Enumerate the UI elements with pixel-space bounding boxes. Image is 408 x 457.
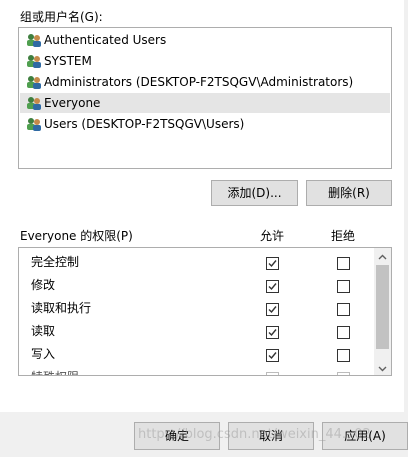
users-group-icon — [26, 33, 42, 47]
user-label: Everyone — [44, 96, 101, 110]
scroll-up-icon[interactable] — [378, 251, 387, 265]
permission-row-write: 写入 — [19, 343, 374, 366]
deny-checkbox[interactable] — [337, 349, 350, 362]
deny-checkbox[interactable] — [337, 280, 350, 293]
permission-row-special: 特殊权限 — [19, 366, 374, 375]
allow-column-header: 允许 — [260, 229, 285, 243]
user-label: Administrators (DESKTOP-F2TSQGV\Administ… — [44, 75, 354, 89]
allow-checkbox[interactable] — [266, 257, 279, 270]
permission-name: 读取和执行 — [31, 301, 92, 315]
users-listbox[interactable]: Authenticated Users SYSTEM Administrator… — [18, 27, 392, 169]
user-item-everyone[interactable]: Everyone — [20, 93, 390, 113]
scroll-thumb[interactable] — [376, 265, 389, 349]
permission-name: 写入 — [31, 347, 56, 361]
user-label: Authenticated Users — [44, 33, 167, 47]
deny-checkbox — [337, 372, 350, 375]
allow-checkbox[interactable] — [266, 303, 279, 316]
user-item-authenticated[interactable]: Authenticated Users — [20, 30, 390, 50]
permission-row-full-control: 完全控制 — [19, 251, 374, 274]
deny-checkbox[interactable] — [337, 326, 350, 339]
permission-name: 特殊权限 — [31, 366, 79, 375]
user-item-system[interactable]: SYSTEM — [20, 51, 390, 71]
users-group-icon — [26, 75, 42, 89]
user-label: Users (DESKTOP-F2TSQGV\Users) — [44, 117, 245, 131]
permissions-list[interactable]: 完全控制 修改 读取和执行 读取 写入 特殊权限 — [18, 247, 392, 376]
permission-name: 修改 — [31, 278, 56, 292]
permission-name: 读取 — [31, 324, 56, 338]
allow-checkbox[interactable] — [266, 349, 279, 362]
remove-button[interactable]: 删除(R) — [306, 180, 392, 206]
deny-checkbox[interactable] — [337, 303, 350, 316]
user-item-administrators[interactable]: Administrators (DESKTOP-F2TSQGV\Administ… — [20, 72, 390, 92]
deny-column-header: 拒绝 — [331, 229, 356, 243]
apply-button[interactable]: 应用(A) — [322, 422, 408, 450]
users-group-icon — [26, 54, 42, 68]
allow-checkbox[interactable] — [266, 280, 279, 293]
permission-row-modify: 修改 — [19, 274, 374, 297]
allow-checkbox — [266, 372, 279, 375]
permission-row-read: 读取 — [19, 320, 374, 343]
cancel-button[interactable]: 取消 — [228, 422, 314, 450]
user-item-users[interactable]: Users (DESKTOP-F2TSQGV\Users) — [20, 114, 390, 134]
scroll-down-icon[interactable] — [378, 362, 387, 375]
users-group-icon — [26, 96, 42, 110]
permission-name: 完全控制 — [31, 255, 80, 269]
add-button[interactable]: 添加(D)... — [211, 180, 298, 206]
permissions-scrollbar[interactable] — [374, 248, 391, 375]
users-group-icon — [26, 117, 42, 131]
permission-row-read-execute: 读取和执行 — [19, 297, 374, 320]
deny-checkbox[interactable] — [337, 257, 350, 270]
permissions-title: Everyone 的权限(P) — [20, 229, 133, 243]
allow-checkbox[interactable] — [266, 326, 279, 339]
user-label: SYSTEM — [44, 54, 92, 68]
ok-button[interactable]: 确定 — [134, 422, 220, 450]
groups-label: 组或用户名(G): — [20, 10, 103, 24]
